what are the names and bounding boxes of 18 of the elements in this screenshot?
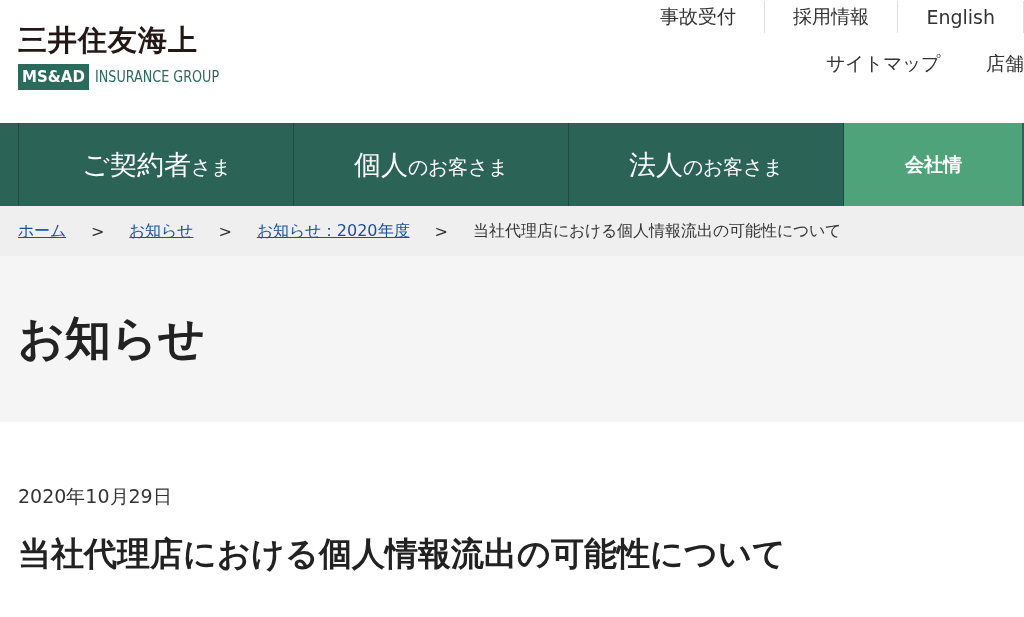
utility-link[interactable]: 事故受付 (632, 4, 765, 30)
breadcrumb-link[interactable]: ホーム (18, 220, 66, 242)
company-logo-text[interactable]: 三井住友海上 (18, 22, 241, 58)
breadcrumb-link[interactable]: お知らせ (129, 220, 194, 242)
breadcrumb-separator: > (218, 221, 232, 241)
article-headline: 当社代理店における個人情報流出の可能性について (18, 533, 787, 575)
breadcrumb-separator: > (91, 221, 105, 241)
breadcrumb-current: 当社代理店における個人情報流出の可能性について (472, 220, 841, 242)
header-link[interactable]: サイトマップ (826, 51, 940, 77)
header-link[interactable]: 店舗 (986, 51, 1024, 77)
group-badge: MS&AD (18, 64, 89, 90)
page-title: お知らせ (18, 310, 205, 367)
utility-link[interactable]: English (898, 6, 1023, 28)
breadcrumb-separator: > (434, 221, 448, 241)
article-date: 2020年10月29日 (18, 484, 173, 509)
breadcrumb-link[interactable]: お知らせ：2020年度 (256, 220, 410, 242)
group-name: INSURANCE GROUP (94, 68, 219, 86)
utility-link[interactable]: 採用情報 (765, 4, 898, 30)
